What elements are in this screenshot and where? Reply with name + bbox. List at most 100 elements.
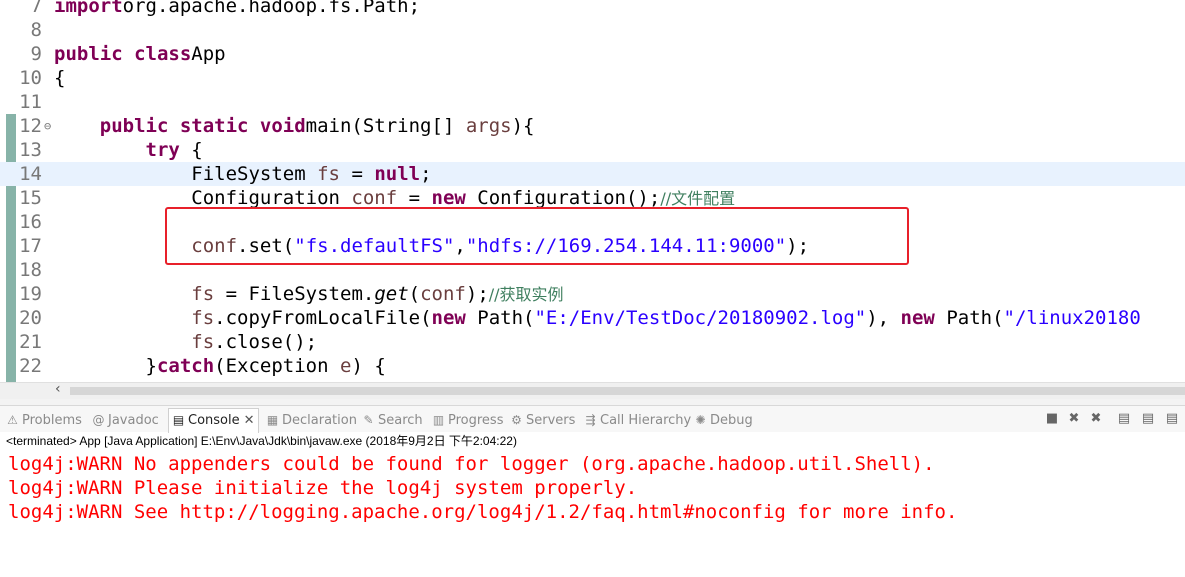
code-token: Path( (465, 307, 535, 329)
code-token: .close(); (214, 331, 318, 353)
code-line[interactable]: 11 (0, 90, 1185, 114)
code-token: fs (191, 283, 215, 305)
code-token: = (397, 187, 432, 209)
code-line[interactable]: 22 }catch(Exception e) { (0, 354, 1185, 378)
console-status: <terminated> App [Java Application] E:\E… (6, 434, 517, 448)
code-token: ( (408, 283, 421, 305)
remove-launch-icon[interactable]: ✖ (1066, 411, 1082, 427)
code-line[interactable]: 8 (0, 18, 1185, 42)
servers-icon: ⚙ (511, 413, 522, 427)
line-number: 19 (19, 283, 42, 305)
code-line[interactable]: 19 fs = FileSystem.get(conf);//获取实例 (0, 282, 1185, 306)
search-icon: ✎ (363, 413, 374, 427)
console-line: log4j:WARN Please initialize the log4j s… (8, 477, 638, 499)
tab-label: Servers (526, 413, 576, 428)
code-token: e (340, 355, 352, 377)
scrollbar-thumb[interactable] (70, 387, 1185, 395)
line-number: 21 (19, 331, 42, 353)
terminate-icon[interactable]: ■ (1044, 411, 1060, 427)
editor-horizontal-scrollbar[interactable]: ‹ (0, 381, 1185, 399)
code-token: new (900, 307, 935, 329)
tab-label: Problems (22, 413, 82, 428)
code-token: FileSystem (54, 163, 318, 185)
line-number: 12 (19, 115, 42, 137)
code-token: fs (191, 307, 215, 329)
code-token: conf (351, 187, 398, 209)
line-number: 7 (30, 0, 42, 17)
code-token: public class (54, 43, 192, 65)
clear-console-icon[interactable]: ▤ (1116, 411, 1132, 427)
code-line[interactable]: 13 try { (0, 138, 1185, 162)
code-token: ; (420, 163, 432, 185)
code-text: { (54, 66, 65, 90)
tab-debug[interactable]: ✺ Debug (694, 410, 753, 430)
code-token: new (431, 307, 466, 329)
call-hierarchy-icon: ⇶ (585, 413, 596, 427)
tab-search[interactable]: ✎ Search (362, 410, 422, 430)
tab-declaration[interactable]: ▦ Declaration (266, 410, 357, 430)
bottom-panel-tabbar: ⚠ Problems @ Javadoc ▤ Console ✕ ▦ Declaration ✎ S… (0, 406, 1185, 433)
tab-console[interactable]: ▤ Console ✕ (168, 408, 259, 433)
code-token: ){ (511, 115, 535, 137)
word-wrap-icon[interactable]: ▤ (1164, 411, 1180, 427)
code-token: null (374, 163, 421, 185)
line-number: 20 (19, 307, 42, 329)
remove-all-terminated-icon[interactable]: ✖ (1088, 411, 1104, 427)
code-token: catch (156, 355, 215, 377)
tab-label: Debug (710, 413, 753, 428)
line-number: 22 (19, 355, 42, 377)
line-number: 10 (19, 67, 42, 89)
code-token: fs (317, 163, 340, 185)
scroll-lock-icon[interactable]: ▤ (1140, 411, 1156, 427)
code-token: conf (420, 283, 466, 305)
code-text: }catch(Exception e) { (54, 354, 386, 378)
close-icon[interactable]: ✕ (244, 413, 255, 428)
line-number: 16 (19, 211, 42, 233)
code-token: //获取实例 (488, 285, 564, 304)
code-token: App (191, 43, 226, 65)
line-number: 17 (19, 235, 42, 257)
code-line[interactable]: 21 fs.close(); (0, 330, 1185, 354)
tab-progress[interactable]: ▥ Progress (432, 410, 504, 430)
code-token: new (431, 187, 466, 209)
code-token: fs (191, 331, 215, 353)
line-number: 8 (30, 19, 42, 41)
code-text: public static voidmain(String[] args){ (54, 114, 535, 138)
code-editor[interactable]: 7 importorg.apache.hadoop.fs.Path; 8 9 publi… (0, 0, 1185, 382)
code-line[interactable]: 10 { (0, 66, 1185, 90)
tab-servers[interactable]: ⚙ Servers (510, 410, 575, 430)
code-token: .copyFromLocalFile( (214, 307, 432, 329)
code-text: fs.close(); (54, 330, 317, 354)
code-line[interactable]: 14 FileSystem fs = null; (0, 162, 1185, 186)
panel-divider[interactable] (0, 399, 1185, 406)
line-number: 11 (19, 91, 42, 113)
code-token: (Exception (214, 355, 340, 377)
code-token: args (465, 115, 512, 137)
code-line[interactable]: 20 fs.copyFromLocalFile(new Path("E:/Env… (0, 306, 1185, 330)
code-line[interactable]: 9 public classApp (0, 42, 1185, 66)
code-token: import (54, 0, 123, 17)
tab-problems[interactable]: ⚠ Problems (6, 410, 82, 430)
code-token: "E:/Env/TestDoc/20180902.log" (534, 307, 867, 329)
progress-icon: ▥ (432, 413, 445, 427)
tab-call-hierarchy[interactable]: ⇶ Call Hierarchy (584, 410, 691, 430)
code-line[interactable]: 7 importorg.apache.hadoop.fs.Path; (0, 0, 1185, 18)
code-token: ), (866, 307, 901, 329)
code-token: = (340, 163, 375, 185)
line-number: 18 (19, 259, 42, 281)
fold-toggle-icon[interactable]: ⊖ (44, 114, 51, 138)
highlight-annotation (165, 207, 909, 265)
code-token: ); (465, 283, 489, 305)
code-text: FileSystem fs = null; (54, 162, 432, 186)
tab-label: Javadoc (108, 413, 159, 428)
line-number: 9 (30, 43, 42, 65)
tab-javadoc[interactable]: @ Javadoc (92, 410, 159, 430)
code-text: fs.copyFromLocalFile(new Path("E:/Env/Te… (54, 306, 1141, 330)
code-line[interactable]: 12 ⊖ public static voidmain(String[] args… (0, 114, 1185, 138)
scroll-left-arrow-icon[interactable]: ‹ (55, 381, 61, 397)
code-token: public static void (99, 115, 306, 137)
console-icon: ▤ (172, 413, 185, 427)
